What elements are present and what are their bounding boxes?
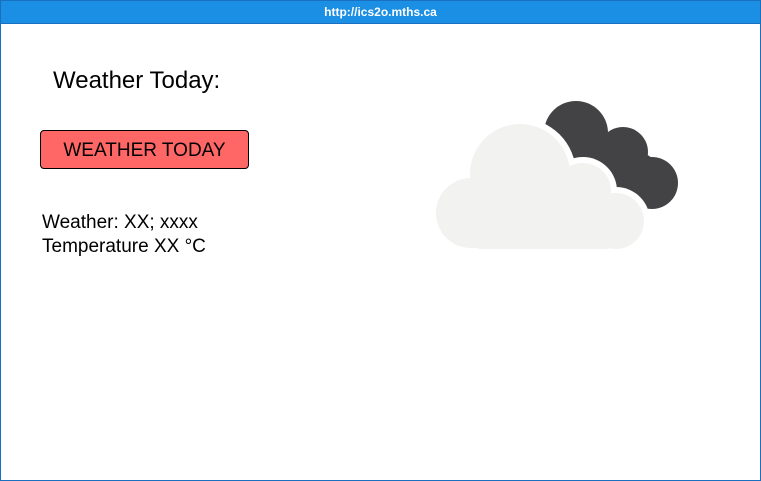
temperature-readout: Temperature XX °C — [42, 236, 206, 257]
weather-readout: Weather: XX; xxxx — [42, 212, 198, 233]
page-title: Weather Today: — [53, 67, 221, 94]
cloudy-weather-icon — [431, 101, 678, 255]
window-titlebar: http://ics2o.mths.ca — [1, 1, 760, 24]
weather-today-button[interactable]: WEATHER TODAY — [40, 130, 249, 169]
